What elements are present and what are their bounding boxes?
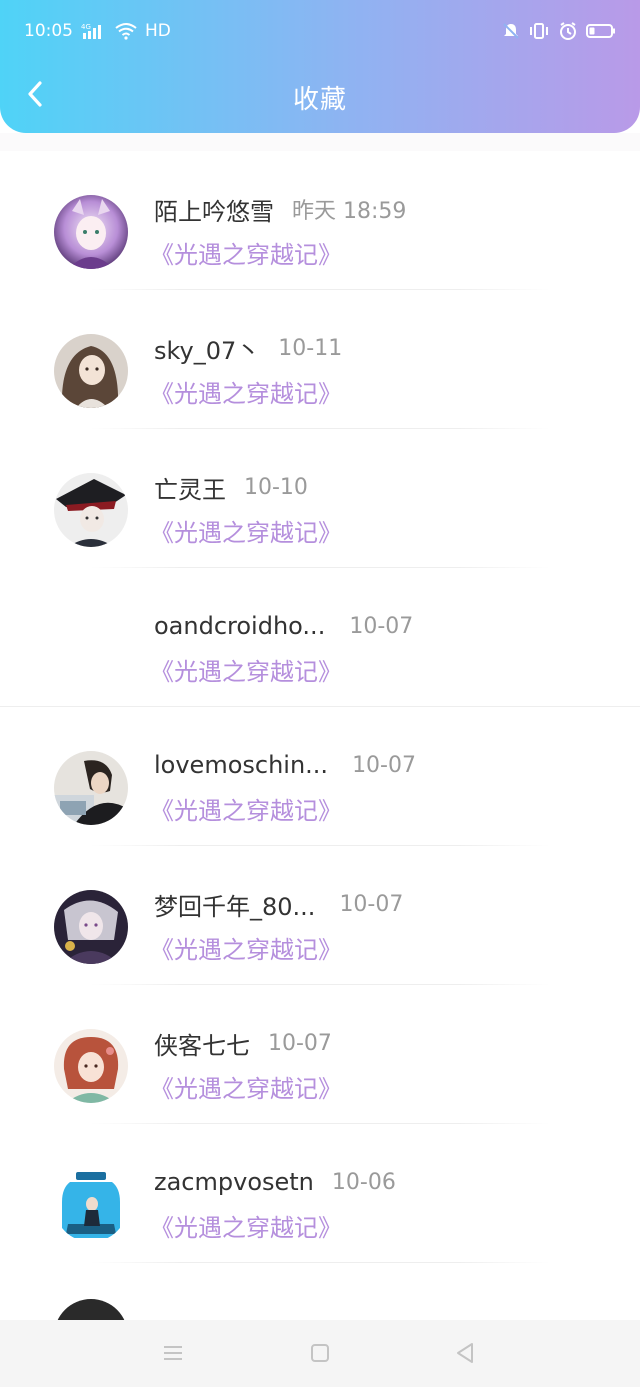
page-title: 收藏 bbox=[292, 84, 347, 115]
list-item[interactable]: lovemoschin... 10-07 《光遇之穿越记》 bbox=[0, 707, 640, 846]
timestamp: 10-10 bbox=[244, 474, 308, 500]
mute-icon bbox=[502, 22, 520, 40]
timestamp: 10-07 bbox=[339, 891, 404, 917]
favorites-list: 陌上吟悠雪 昨天 18:59 《光遇之穿越记》 sky_07丶 10-11 《光… bbox=[0, 151, 640, 1373]
list-item[interactable]: 陌上吟悠雪 昨天 18:59 《光遇之穿越记》 bbox=[0, 151, 640, 290]
status-bar: 10:05 4G HD bbox=[0, 0, 640, 62]
book-title[interactable]: 《光遇之穿越记》 bbox=[150, 791, 342, 826]
back-icon[interactable] bbox=[450, 1338, 480, 1368]
alarm-icon bbox=[558, 21, 578, 41]
avatar[interactable] bbox=[54, 751, 128, 825]
app-header: 10:05 4G HD 收藏 bbox=[0, 0, 640, 133]
timestamp: 10-07 bbox=[352, 752, 416, 778]
user-name: 亡灵王 bbox=[154, 475, 226, 504]
status-time: 10:05 bbox=[24, 21, 73, 41]
book-title[interactable]: 《光遇之穿越记》 bbox=[150, 930, 342, 965]
list-item[interactable]: 梦回千年_80... 10-07 《光遇之穿越记》 bbox=[0, 846, 640, 985]
user-name: zacmpvosetn bbox=[154, 1168, 314, 1196]
timestamp: 10-07 bbox=[268, 1030, 332, 1056]
timestamp: 昨天 18:59 bbox=[292, 199, 407, 224]
chevron-left-icon bbox=[27, 81, 43, 111]
list-item[interactable]: oandcroidho... 10-07 《光遇之穿越记》 bbox=[0, 568, 640, 707]
avatar[interactable] bbox=[54, 334, 128, 408]
svg-text:4G: 4G bbox=[81, 23, 91, 31]
list-item[interactable]: 侠客七七 10-07 《光遇之穿越记》 bbox=[0, 985, 640, 1124]
avatar[interactable] bbox=[54, 890, 128, 964]
book-title[interactable]: 《光遇之穿越记》 bbox=[150, 652, 342, 687]
timestamp: 10-07 bbox=[349, 613, 414, 639]
nav-bar: 收藏 bbox=[0, 62, 640, 132]
book-title[interactable]: 《光遇之穿越记》 bbox=[150, 374, 342, 409]
user-name: 陌上吟悠雪 bbox=[154, 197, 274, 226]
book-title[interactable]: 《光遇之穿越记》 bbox=[150, 1208, 342, 1243]
list-item-partial[interactable] bbox=[0, 1263, 640, 1373]
wifi-icon bbox=[115, 22, 137, 40]
wifi-label: HD bbox=[145, 21, 171, 41]
timestamp: 10-06 bbox=[331, 1169, 396, 1195]
list-item[interactable]: zacmpvosetn 10-06 《光遇之穿越记》 bbox=[0, 1124, 640, 1263]
vibrate-icon bbox=[528, 22, 550, 40]
avatar[interactable] bbox=[54, 195, 128, 269]
user-name: sky_07丶 bbox=[154, 336, 261, 365]
list-item[interactable]: 亡灵王 10-10 《光遇之穿越记》 bbox=[0, 429, 640, 568]
avatar[interactable] bbox=[54, 473, 128, 547]
book-title[interactable]: 《光遇之穿越记》 bbox=[150, 513, 342, 548]
back-button[interactable] bbox=[18, 74, 52, 118]
user-name: oandcroidho... bbox=[154, 612, 326, 640]
list-item[interactable]: sky_07丶 10-11 《光遇之穿越记》 bbox=[0, 290, 640, 429]
book-title[interactable]: 《光遇之穿越记》 bbox=[150, 235, 342, 270]
book-title[interactable]: 《光遇之穿越记》 bbox=[150, 1069, 342, 1104]
header-spacer bbox=[0, 133, 640, 151]
home-icon[interactable] bbox=[305, 1338, 335, 1368]
avatar[interactable] bbox=[54, 1029, 128, 1103]
user-name: 梦回千年_80... bbox=[154, 892, 316, 921]
user-name: 侠客七七 bbox=[154, 1031, 250, 1060]
user-name: lovemoschin... bbox=[154, 751, 329, 779]
signal-icon: 4G bbox=[81, 22, 107, 40]
battery-icon bbox=[586, 23, 616, 39]
timestamp: 10-11 bbox=[278, 335, 343, 361]
avatar[interactable] bbox=[54, 1168, 128, 1242]
menu-icon[interactable] bbox=[158, 1338, 188, 1368]
system-nav-bar bbox=[0, 1320, 640, 1387]
